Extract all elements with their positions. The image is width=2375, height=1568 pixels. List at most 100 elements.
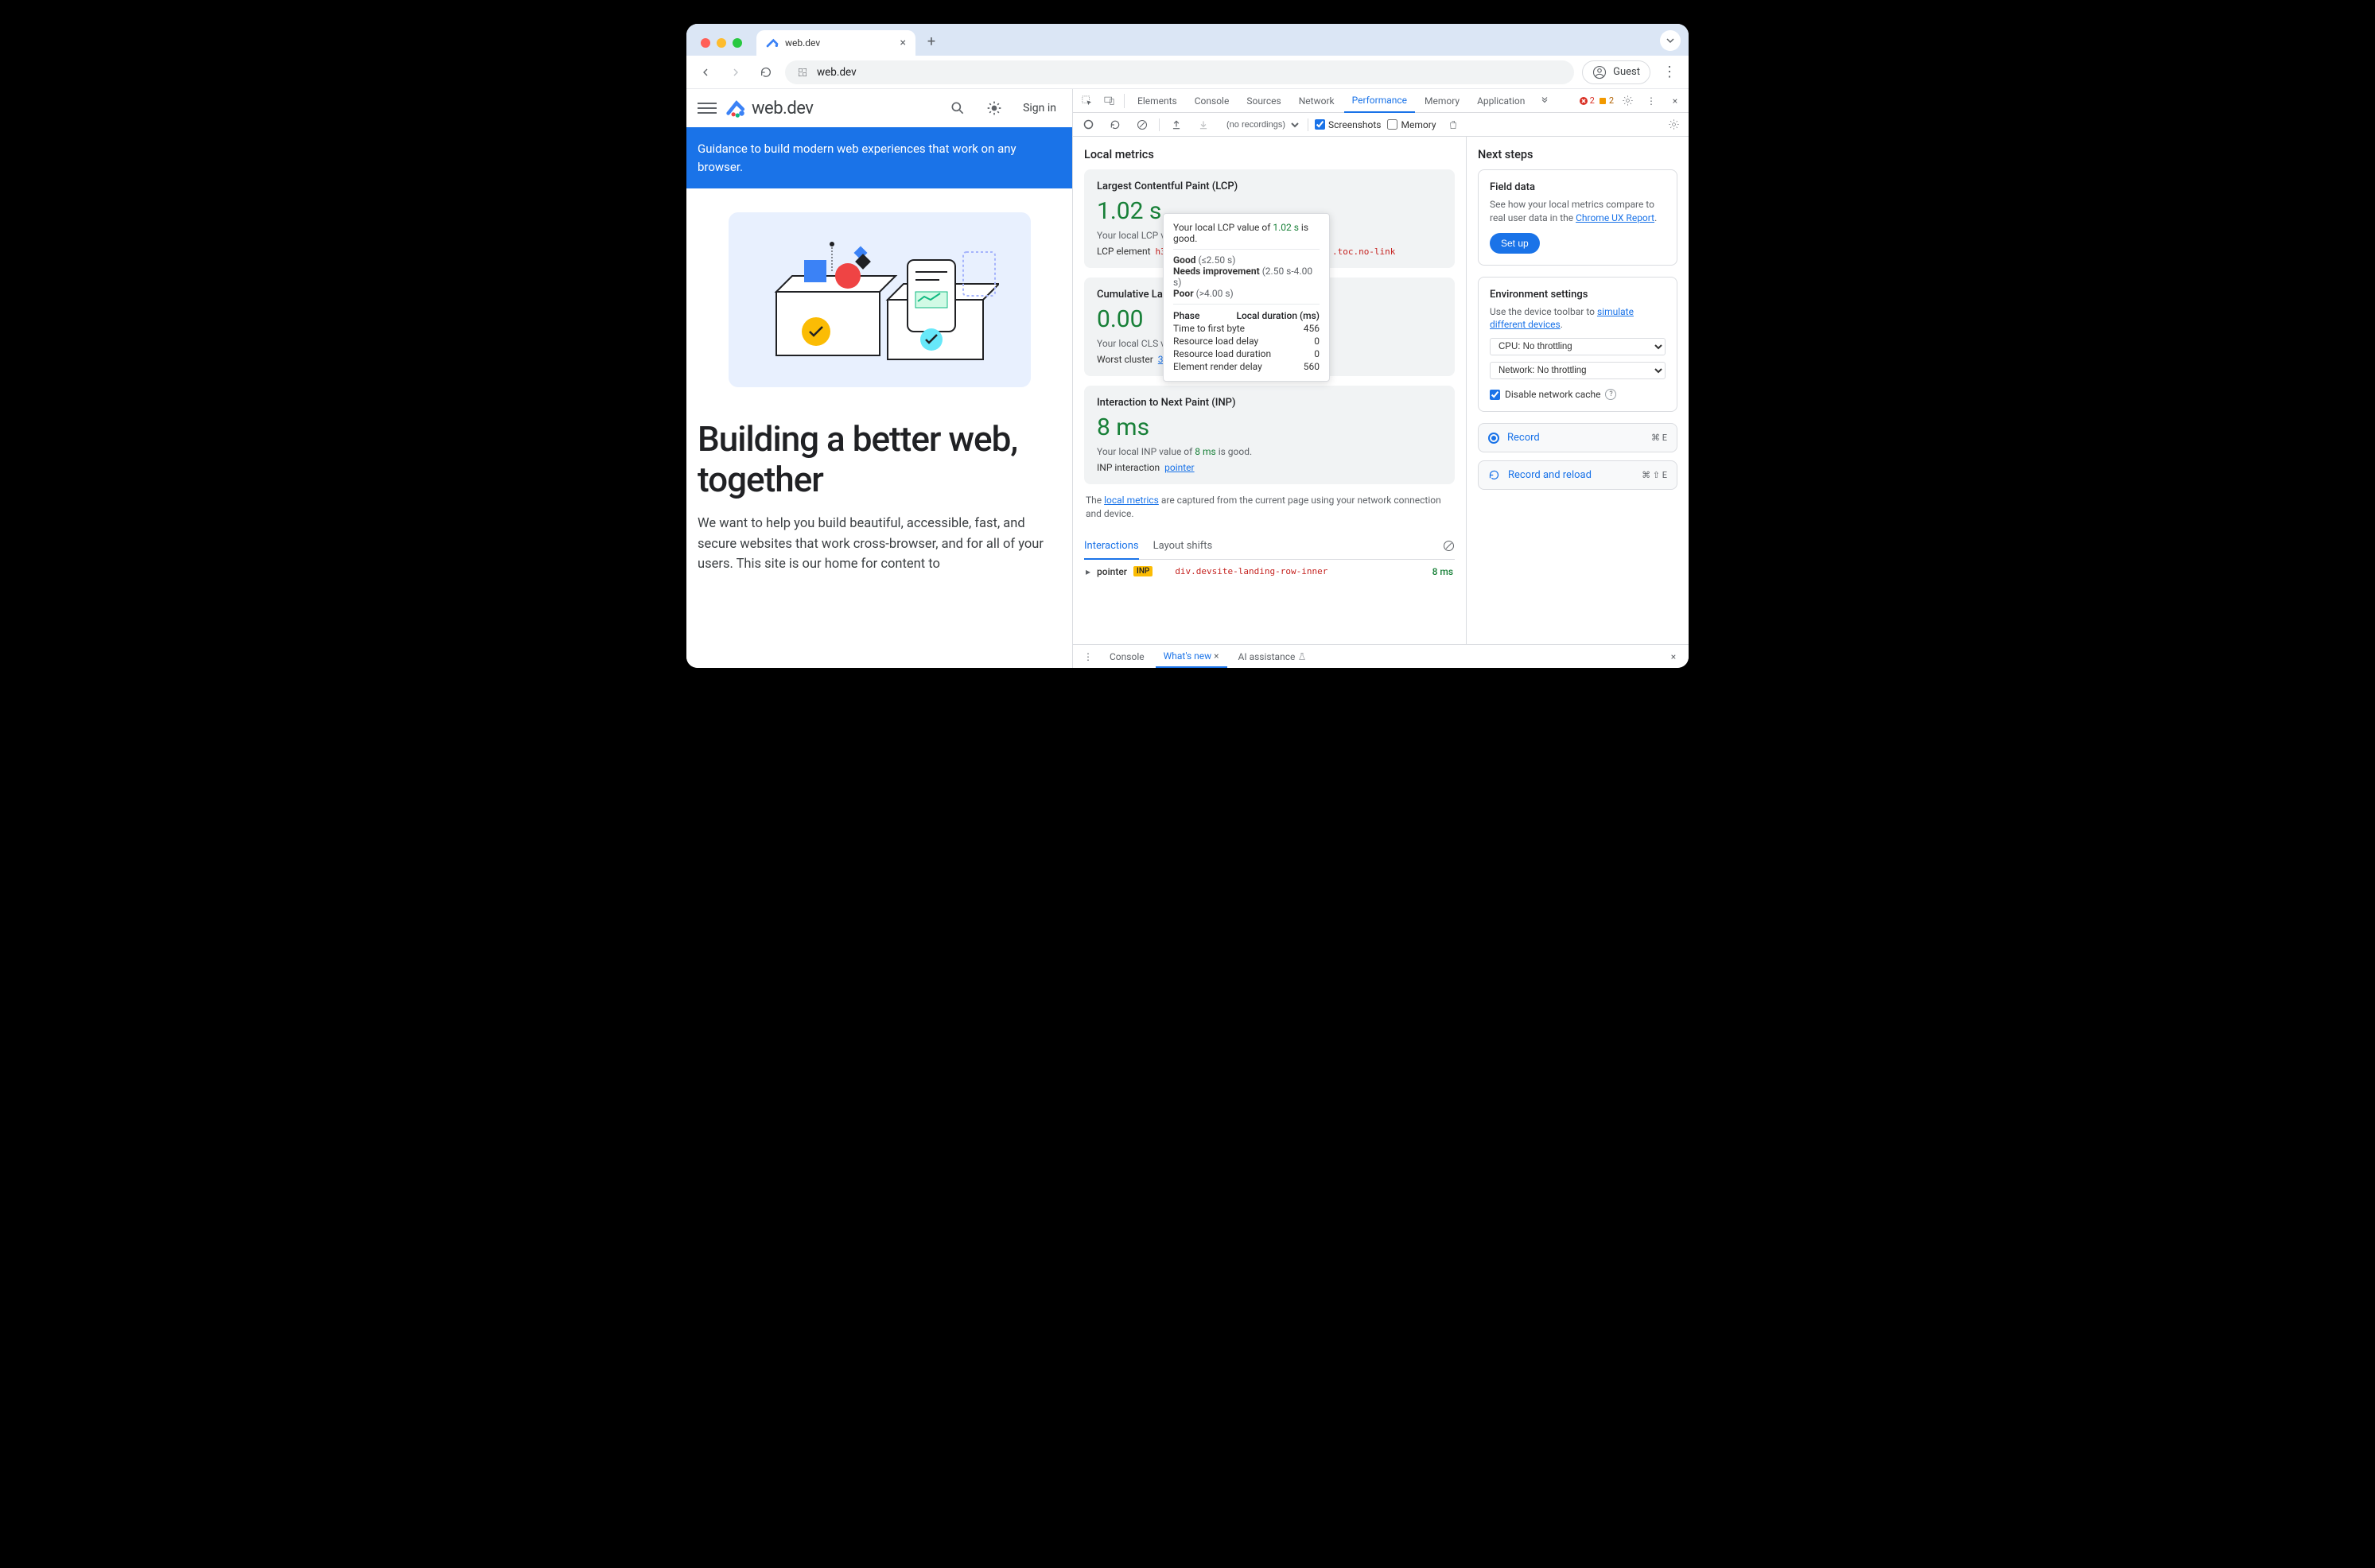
forward-button[interactable] — [725, 61, 747, 83]
field-data-text: See how your local metrics compare to re… — [1490, 198, 1666, 225]
drawer-menu-icon[interactable]: ⋮ — [1078, 646, 1098, 667]
theme-toggle-icon[interactable] — [981, 95, 1007, 121]
hero-subtitle: We want to help you build beautiful, acc… — [686, 499, 1072, 575]
devtools-menu-icon[interactable]: ⋮ — [1641, 91, 1662, 111]
menu-button[interactable] — [698, 99, 717, 118]
drawer-console[interactable]: Console — [1102, 646, 1153, 668]
next-steps-heading: Next steps — [1478, 148, 1677, 161]
clear-interactions-icon[interactable] — [1443, 540, 1455, 552]
field-data-card: Field data See how your local metrics co… — [1478, 169, 1677, 266]
tab-sources[interactable]: Sources — [1238, 89, 1289, 113]
env-text: Use the device toolbar to simulate diffe… — [1490, 305, 1666, 332]
minimize-window-button[interactable] — [717, 38, 726, 48]
help-icon[interactable]: ? — [1605, 389, 1616, 400]
reload-shortcut: ⌘ ⇧ E — [1642, 470, 1667, 480]
interaction-duration: 8 ms — [1432, 566, 1453, 577]
tab-favicon — [766, 37, 779, 49]
record-dot-icon — [1488, 433, 1499, 444]
site-header: web.dev Sign in — [686, 89, 1072, 127]
inp-card: Interaction to Next Paint (INP) 8 ms You… — [1084, 386, 1455, 484]
inp-interaction-row: INP interaction pointer — [1097, 462, 1442, 473]
upload-icon[interactable] — [1166, 114, 1187, 135]
tab-interactions[interactable]: Interactions — [1084, 534, 1139, 560]
screenshots-checkbox[interactable]: Screenshots — [1315, 119, 1381, 130]
lcp-tooltip: Your local LCP value of 1.02 s is good. … — [1163, 213, 1330, 382]
new-tab-button[interactable]: + — [920, 30, 943, 52]
lcp-title: Largest Contentful Paint (LCP) — [1097, 180, 1442, 192]
devtools-drawer: ⋮ Console What's new × AI assistance × — [1073, 644, 1689, 668]
tab-performance[interactable]: Performance — [1344, 89, 1415, 113]
disable-cache-checkbox[interactable]: Disable network cache ? — [1490, 389, 1666, 400]
browser-toolbar: web.dev Guest ⋮ — [686, 56, 1689, 89]
field-data-title: Field data — [1490, 181, 1666, 193]
tab-elements[interactable]: Elements — [1129, 89, 1185, 113]
inp-value: 8 ms — [1097, 413, 1442, 441]
environment-card: Environment settings Use the device tool… — [1478, 277, 1677, 413]
more-tabs-icon[interactable] — [1534, 91, 1555, 111]
sign-in-link[interactable]: Sign in — [1018, 102, 1061, 114]
inp-chip: INP — [1133, 566, 1153, 576]
tab-application[interactable]: Application — [1469, 89, 1533, 113]
local-metrics-heading: Local metrics — [1084, 148, 1455, 161]
drawer-ai[interactable]: AI assistance — [1230, 646, 1316, 668]
inp-interaction-link[interactable]: pointer — [1164, 462, 1194, 473]
browser-tab-strip: web.dev × + — [686, 24, 1689, 56]
site-info-icon[interactable] — [796, 66, 809, 79]
close-window-button[interactable] — [701, 38, 710, 48]
profile-chip[interactable]: Guest — [1582, 60, 1650, 84]
performance-toolbar: (no recordings) Screenshots Memory — [1073, 113, 1689, 137]
memory-checkbox[interactable]: Memory — [1387, 119, 1436, 130]
warning-count-badge[interactable]: 2 — [1598, 95, 1614, 106]
device-toolbar-icon[interactable] — [1098, 91, 1119, 111]
search-icon[interactable] — [945, 95, 970, 121]
address-bar[interactable]: web.dev — [785, 60, 1574, 84]
devtools-tab-bar: Elements Console Sources Network Perform… — [1073, 89, 1689, 113]
env-title: Environment settings — [1490, 289, 1666, 301]
tab-console[interactable]: Console — [1187, 89, 1238, 113]
browser-menu-button[interactable]: ⋮ — [1658, 61, 1681, 83]
close-devtools-icon[interactable]: × — [1665, 91, 1685, 111]
tab-network[interactable]: Network — [1291, 89, 1343, 113]
setup-button[interactable]: Set up — [1490, 233, 1540, 254]
panel-settings-icon[interactable] — [1663, 114, 1684, 135]
reload-icon — [1488, 469, 1500, 481]
tab-layout-shifts[interactable]: Layout shifts — [1153, 534, 1213, 558]
error-count-badge[interactable]: 2 — [1579, 95, 1595, 106]
tab-memory[interactable]: Memory — [1417, 89, 1467, 113]
close-tab-icon[interactable]: × — [900, 37, 906, 49]
window-controls — [694, 38, 748, 56]
record-shortcut: ⌘ E — [1651, 433, 1667, 443]
expand-icon[interactable]: ▸ — [1086, 566, 1090, 577]
crux-link[interactable]: Chrome UX Report — [1576, 212, 1654, 223]
recordings-dropdown[interactable]: (no recordings) — [1220, 118, 1301, 132]
network-throttle-select[interactable]: Network: No throttling — [1490, 362, 1666, 379]
back-button[interactable] — [694, 61, 717, 83]
local-metrics-link[interactable]: local metrics — [1104, 495, 1159, 506]
brand-text: web.dev — [752, 99, 813, 118]
record-action[interactable]: Record ⌘ E — [1478, 423, 1677, 452]
site-logo[interactable]: web.dev — [726, 98, 813, 118]
reload-button[interactable] — [755, 61, 777, 83]
url-text: web.dev — [817, 66, 857, 79]
clear-icon[interactable] — [1132, 114, 1153, 135]
banner: Guidance to build modern web experiences… — [686, 127, 1072, 188]
devtools-panel: Elements Console Sources Network Perform… — [1072, 89, 1689, 668]
record-icon[interactable] — [1078, 114, 1098, 135]
close-drawer-icon[interactable]: × — [1663, 646, 1684, 667]
cpu-throttle-select[interactable]: CPU: No throttling — [1490, 338, 1666, 355]
maximize-window-button[interactable] — [733, 38, 742, 48]
hero-title: Building a better web, together — [686, 419, 1072, 499]
browser-tab[interactable]: web.dev × — [756, 30, 915, 56]
inspect-element-icon[interactable] — [1076, 91, 1097, 111]
gc-icon[interactable] — [1443, 114, 1463, 135]
interaction-row[interactable]: ▸ pointer INP div.devsite-landing-row-in… — [1084, 560, 1455, 584]
reload-record-icon[interactable] — [1105, 114, 1125, 135]
inp-title: Interaction to Next Paint (INP) — [1097, 397, 1442, 409]
tab-search-button[interactable] — [1660, 30, 1681, 51]
close-whatsnew-icon[interactable]: × — [1214, 650, 1219, 662]
profile-label: Guest — [1613, 66, 1640, 78]
settings-icon[interactable] — [1617, 91, 1638, 111]
download-icon — [1193, 114, 1214, 135]
record-reload-action[interactable]: Record and reload ⌘ ⇧ E — [1478, 460, 1677, 490]
drawer-whatsnew[interactable]: What's new × — [1156, 646, 1227, 668]
